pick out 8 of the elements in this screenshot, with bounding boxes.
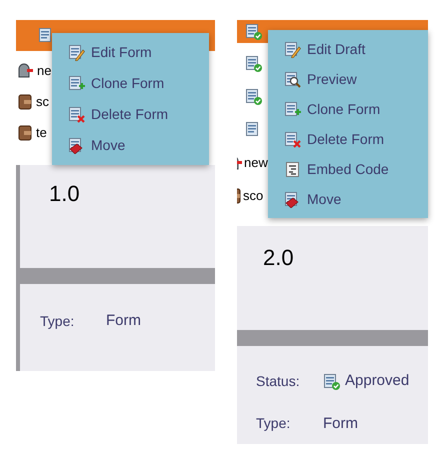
field-value: Form	[106, 311, 141, 331]
field-label: Type:	[256, 414, 292, 434]
field-value: Approved	[345, 371, 410, 391]
field-label: Type:	[40, 312, 76, 331]
version-title: 2.0	[263, 247, 294, 272]
version-title: 1.0	[49, 183, 80, 208]
field-value: Form	[323, 414, 358, 434]
field-label: Status:	[256, 372, 301, 391]
